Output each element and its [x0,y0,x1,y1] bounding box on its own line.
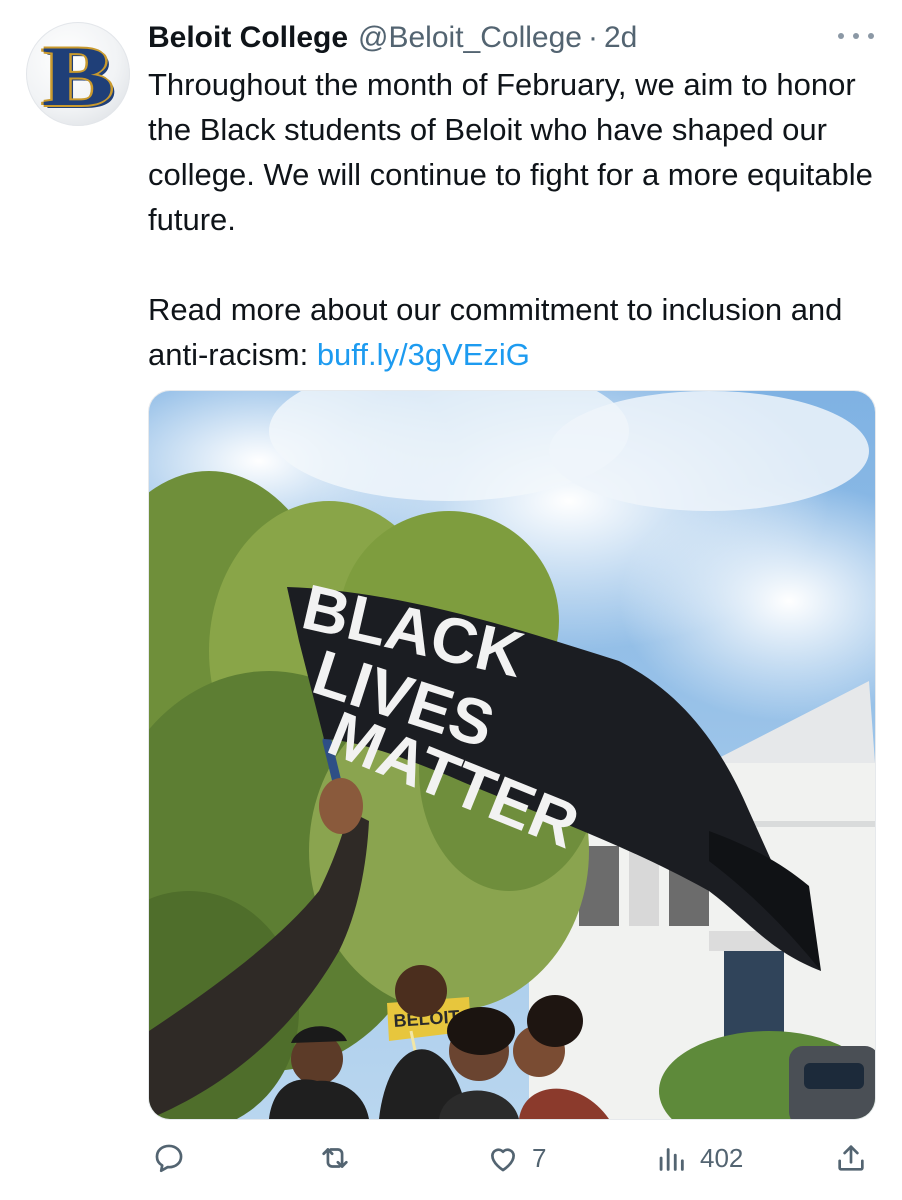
author-name[interactable]: Beloit College [148,18,348,58]
like-button[interactable]: 7 [486,1130,546,1186]
separator: · [587,21,598,54]
author-handle[interactable]: @Beloit_College [358,18,582,58]
avatar[interactable]: B [26,22,130,126]
views-count: 402 [700,1142,744,1173]
retweet-button[interactable] [318,1130,364,1186]
like-count: 7 [532,1142,547,1173]
more-icon[interactable] [838,26,874,46]
share-icon [838,1145,864,1171]
tweet-actions: 7 402 [0,1130,902,1186]
reply-icon [155,1144,183,1173]
timestamp[interactable]: 2d [604,18,637,58]
views-icon [659,1148,684,1171]
avatar-letter: B [42,28,114,124]
share-button[interactable] [834,1130,868,1186]
tweet-link[interactable]: buff.ly/3gVEziG [317,337,530,372]
tweet-photo[interactable]: BLACK LIVES MATTER BELOIT [148,390,876,1120]
like-icon [491,1148,515,1172]
views-button[interactable]: 402 [654,1130,743,1186]
tweet-paragraph-1: Throughout the month of February, we aim… [148,67,873,237]
tweet-paragraph-2: Read more about our commitment to inclus… [148,287,878,377]
tweet-header: Beloit College @Beloit_College · 2d [148,18,862,58]
tweet-text: Throughout the month of February, we aim… [148,62,878,377]
reply-button[interactable] [152,1130,198,1186]
retweet-icon [322,1148,348,1168]
